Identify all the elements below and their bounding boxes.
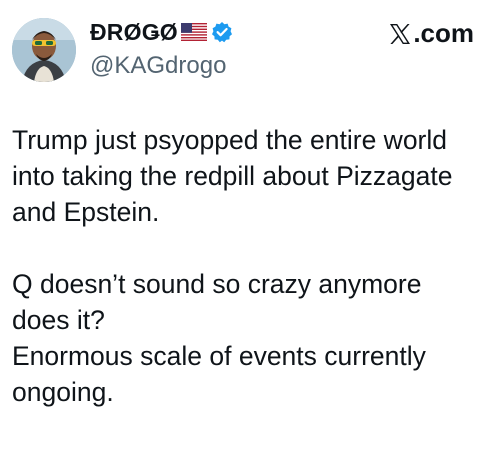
- tweet-paragraph: Q doesn’t sound so crazy anymore does it…: [12, 266, 488, 410]
- brand-label: .com: [413, 18, 474, 48]
- name-row: ĐRØǤØ: [90, 18, 233, 46]
- tweet-header: ĐRØǤØ @KAGdrogo .com: [12, 14, 488, 84]
- tweet-line: and Epstein.: [12, 197, 160, 227]
- brand-link[interactable]: .com: [388, 18, 474, 49]
- x-logo-icon: [388, 22, 412, 46]
- tweet-text: Trump just psyopped the entire world int…: [12, 122, 488, 410]
- display-name[interactable]: ĐRØǤØ: [90, 19, 178, 46]
- tweet-line: ongoing.: [12, 377, 114, 407]
- tweet-line: into taking the redpill about Pizzagate: [12, 161, 453, 191]
- avatar-image: [12, 18, 76, 82]
- verified-badge-icon: [211, 21, 233, 43]
- us-flag-icon: [180, 23, 207, 41]
- author-handle[interactable]: @KAGdrogo: [90, 52, 233, 80]
- tweet-line: Enormous scale of events currently: [12, 341, 426, 371]
- author-block: ĐRØǤØ @KAGdrogo: [90, 18, 233, 80]
- tweet-line: does it?: [12, 305, 105, 335]
- tweet-paragraph: Trump just psyopped the entire world int…: [12, 122, 488, 230]
- tweet-line: Trump just psyopped the entire world: [12, 125, 448, 155]
- tweet-line: Q doesn’t sound so crazy anymore: [12, 269, 422, 299]
- avatar[interactable]: [12, 18, 76, 82]
